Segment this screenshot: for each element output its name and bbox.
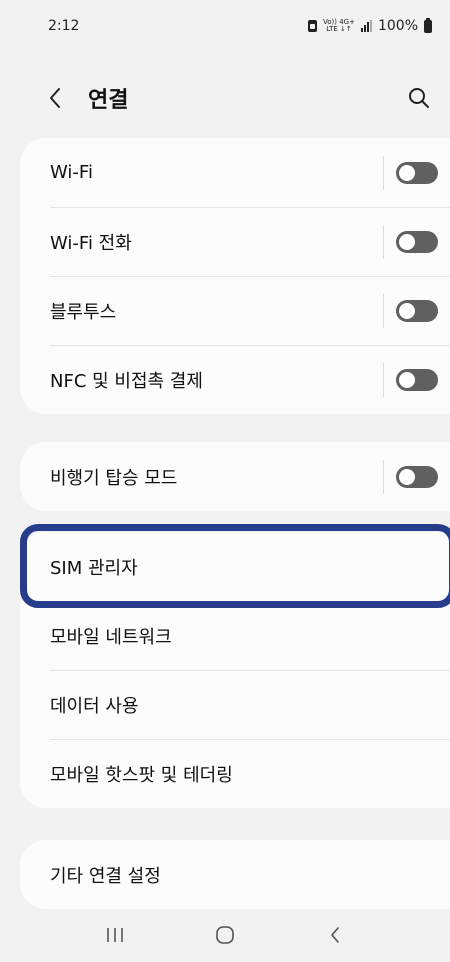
nfc-toggle[interactable] bbox=[396, 368, 438, 391]
navigation-bar bbox=[0, 908, 450, 962]
page-header: 연결 bbox=[0, 70, 450, 126]
page-title: 연결 bbox=[88, 88, 129, 113]
settings-group-more: 기타 연결 설정 bbox=[20, 840, 450, 909]
nav-back-button[interactable] bbox=[305, 915, 365, 955]
divider bbox=[383, 459, 384, 494]
home-button[interactable] bbox=[195, 915, 255, 955]
recents-button[interactable] bbox=[85, 915, 145, 955]
bluetooth-toggle[interactable] bbox=[396, 299, 438, 322]
divider bbox=[383, 293, 384, 328]
setting-label: 비행기 탑승 모드 bbox=[50, 467, 178, 489]
toggle-area bbox=[383, 276, 438, 345]
setting-label: 모바일 핫스팟 및 테더링 bbox=[50, 764, 233, 786]
setting-label: 블루투스 bbox=[50, 301, 117, 323]
setting-label: 데이터 사용 bbox=[50, 695, 139, 717]
recents-icon bbox=[107, 928, 123, 942]
network-label-bottom: LTE ↓↑ bbox=[326, 25, 352, 33]
status-icons: Vo)) 4G+ LTE ↓↑ 100% bbox=[308, 17, 432, 34]
search-icon bbox=[409, 88, 429, 108]
wifi-toggle[interactable] bbox=[396, 161, 438, 184]
toggle-area bbox=[383, 345, 438, 414]
chevron-left-icon bbox=[50, 88, 60, 108]
setting-label: 기타 연결 설정 bbox=[50, 865, 161, 887]
setting-mobile-networks[interactable]: 모바일 네트워크 bbox=[20, 601, 450, 670]
battery-icon bbox=[424, 17, 432, 33]
setting-wifi[interactable]: Wi-Fi bbox=[20, 138, 450, 207]
setting-airplane-mode[interactable]: 비행기 탑승 모드 bbox=[20, 442, 450, 511]
setting-bluetooth[interactable]: 블루투스 bbox=[20, 276, 450, 345]
setting-sim-manager[interactable]: SIM 관리자 bbox=[20, 532, 450, 601]
wifi-calling-toggle[interactable] bbox=[396, 230, 438, 253]
airplane-mode-toggle[interactable] bbox=[396, 465, 438, 488]
setting-more-connections[interactable]: 기타 연결 설정 bbox=[20, 840, 450, 909]
setting-data-usage[interactable]: 데이터 사용 bbox=[20, 670, 450, 739]
setting-nfc[interactable]: NFC 및 비접촉 결제 bbox=[20, 345, 450, 414]
signal-icon bbox=[360, 20, 372, 32]
settings-group-network: SIM 관리자 모바일 네트워크 데이터 사용 모바일 핫스팟 및 테더링 bbox=[20, 532, 450, 808]
status-bar: 2:12 Vo)) 4G+ LTE ↓↑ 100% bbox=[0, 0, 450, 52]
divider bbox=[383, 155, 384, 190]
battery-percent: 100% bbox=[377, 18, 418, 34]
toggle-area bbox=[383, 138, 438, 207]
divider bbox=[383, 224, 384, 259]
setting-hotspot-tethering[interactable]: 모바일 핫스팟 및 테더링 bbox=[20, 739, 450, 808]
setting-label: Wi-Fi 전화 bbox=[50, 232, 132, 254]
settings-group-airplane: 비행기 탑승 모드 bbox=[20, 442, 450, 511]
settings-group-connectivity: Wi-Fi Wi-Fi 전화 블루투스 NFC 및 비접촉 결제 bbox=[20, 138, 450, 414]
toggle-area bbox=[383, 442, 438, 511]
home-icon bbox=[216, 926, 234, 944]
setting-label: 모바일 네트워크 bbox=[50, 626, 172, 648]
network-indicator: Vo)) 4G+ LTE ↓↑ bbox=[323, 19, 355, 33]
divider bbox=[383, 362, 384, 397]
back-icon bbox=[331, 927, 339, 943]
setting-label: SIM 관리자 bbox=[50, 557, 138, 579]
toggle-area bbox=[383, 207, 438, 276]
setting-label: NFC 및 비접촉 결제 bbox=[50, 370, 203, 392]
search-button[interactable] bbox=[390, 78, 430, 118]
back-button[interactable] bbox=[48, 78, 70, 118]
setting-label: Wi-Fi bbox=[50, 162, 93, 183]
status-time: 2:12 bbox=[48, 18, 80, 34]
setting-wifi-calling[interactable]: Wi-Fi 전화 bbox=[20, 207, 450, 276]
sim-icon bbox=[308, 20, 317, 32]
